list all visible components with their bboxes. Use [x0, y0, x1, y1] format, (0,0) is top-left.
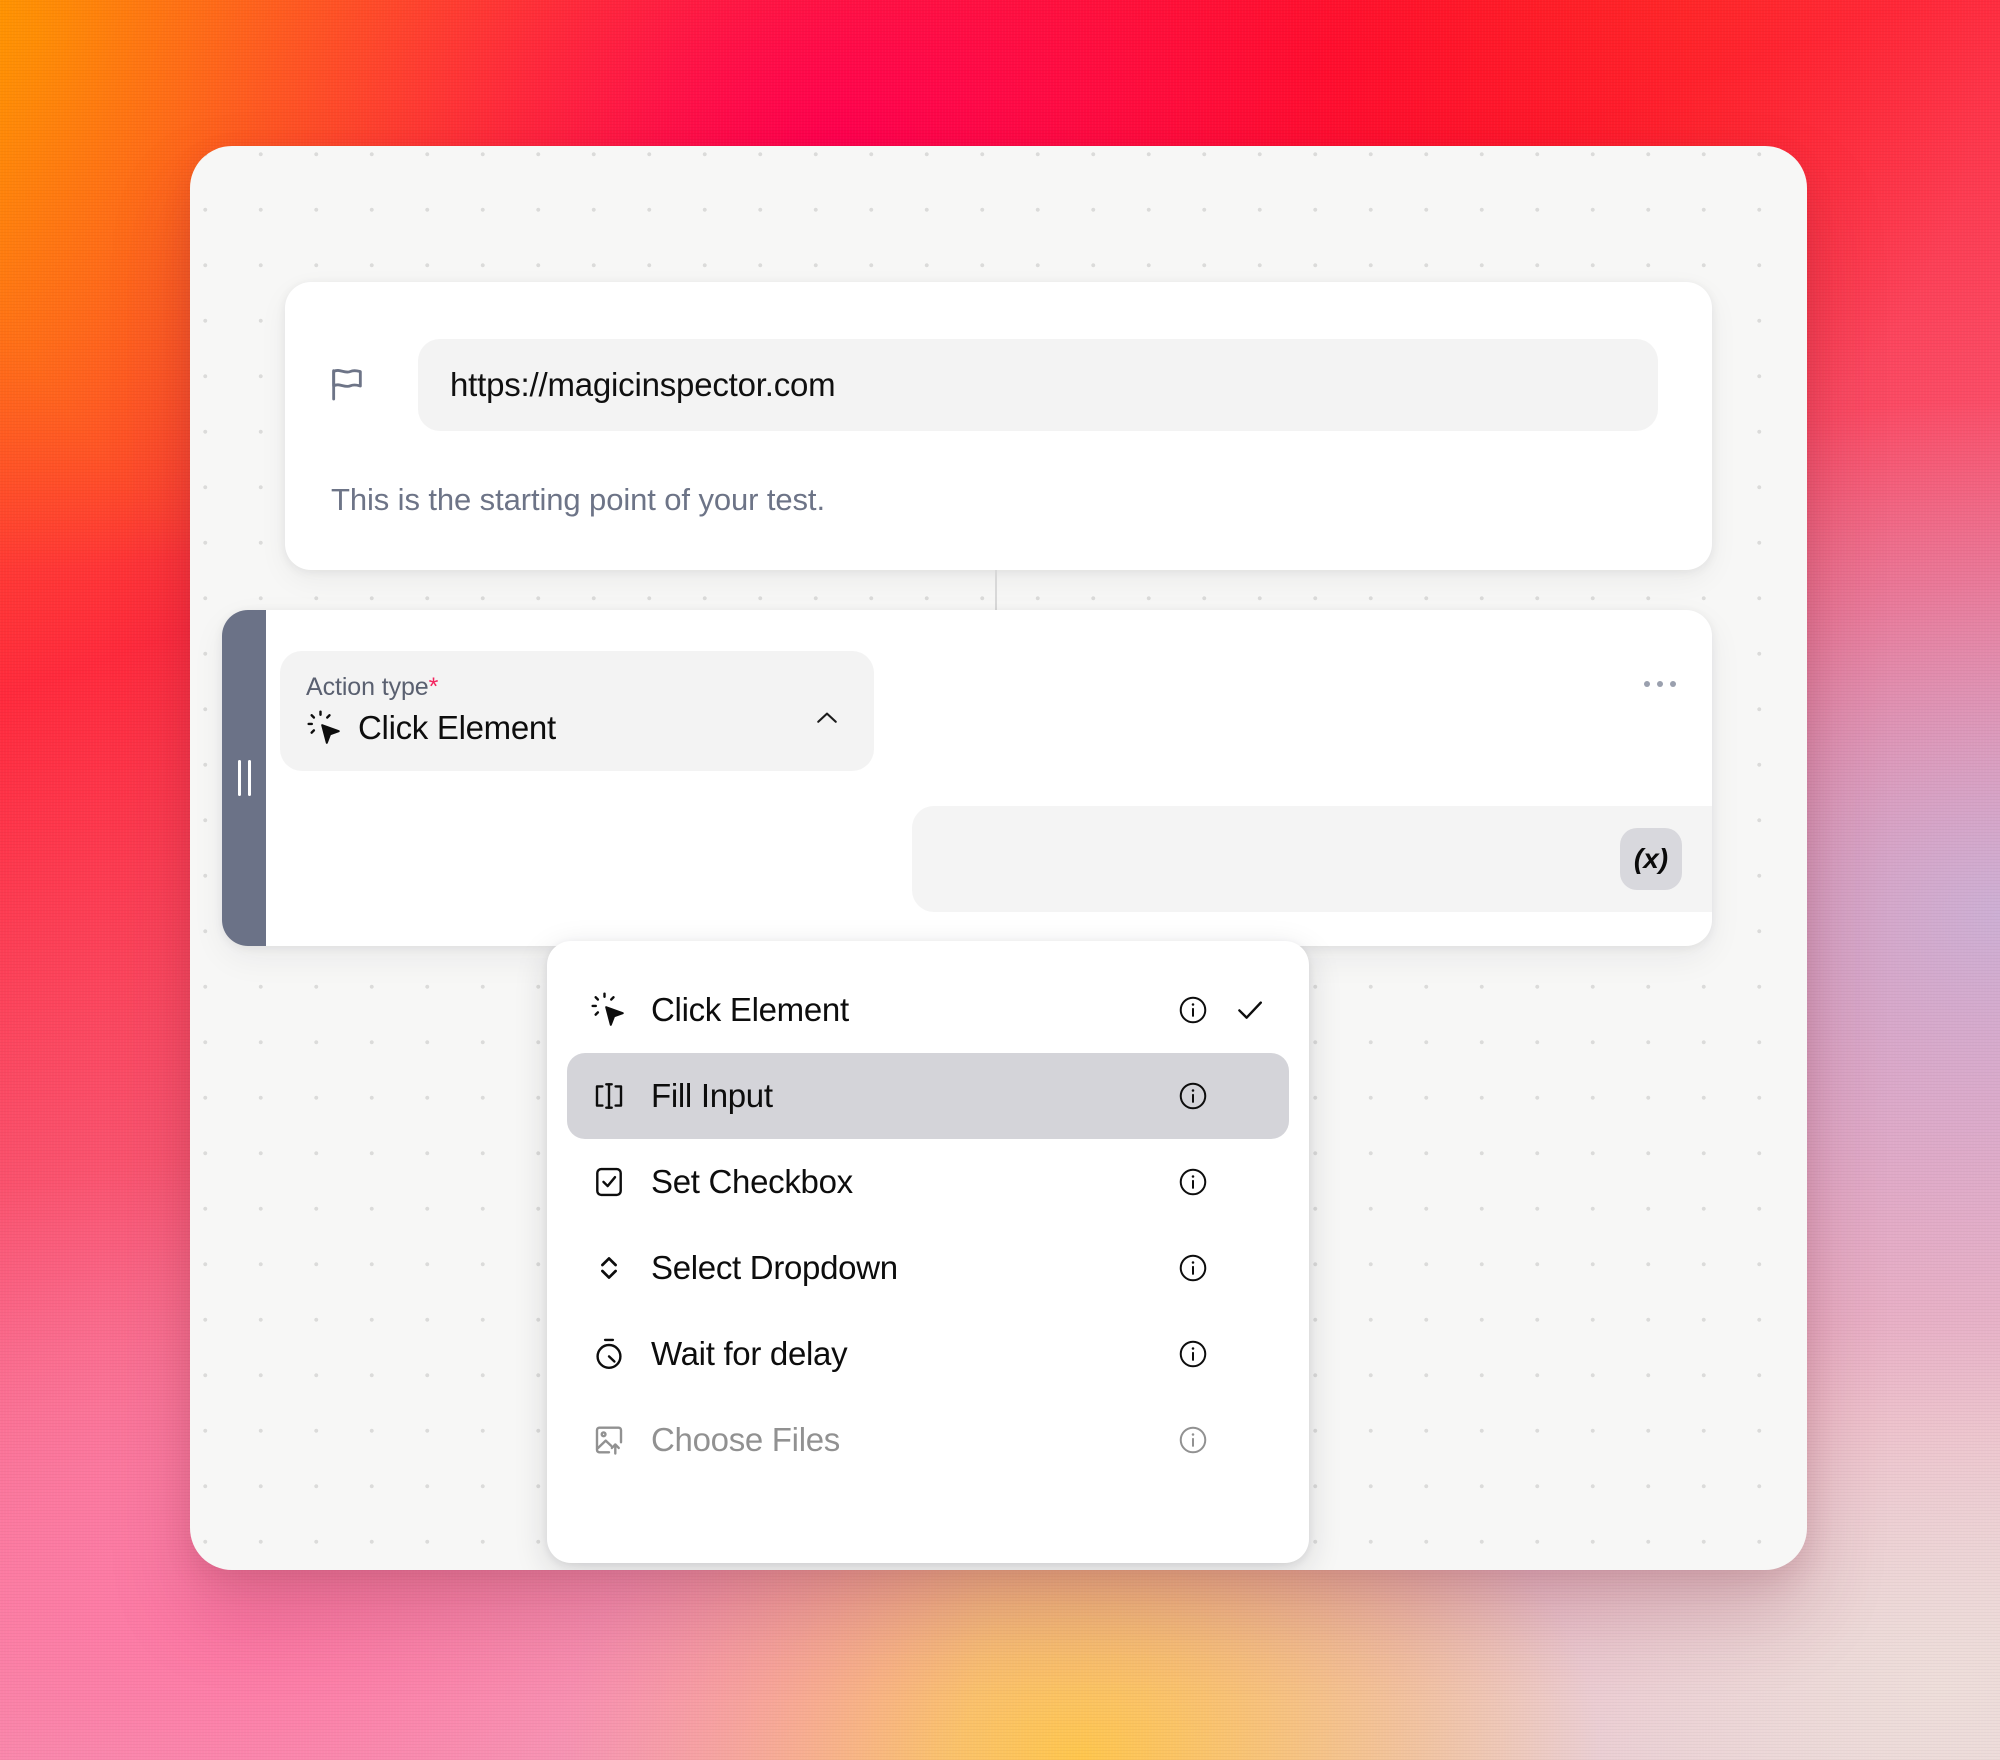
- dropdown-item-wait-for-delay[interactable]: Wait for delay: [567, 1311, 1289, 1397]
- app-window: https://magicinspector.com This is the s…: [190, 146, 1807, 1570]
- stopwatch-icon: [589, 1334, 629, 1374]
- more-horizontal-icon[interactable]: [1638, 672, 1682, 696]
- dropdown-item-choose-files: Choose Files: [567, 1397, 1289, 1483]
- action-type-value: Click Element: [358, 709, 556, 746]
- start-hint-text: This is the starting point of your test.: [331, 482, 825, 517]
- start-url-value: https://magicinspector.com: [450, 366, 836, 403]
- drag-handle-icon[interactable]: [222, 610, 266, 946]
- dropdown-item-label: Wait for delay: [651, 1335, 848, 1372]
- dropdown-item-label: Select Dropdown: [651, 1249, 898, 1286]
- dropdown-item-label: Click Element: [651, 991, 849, 1028]
- action-type-select[interactable]: Action type* Click Element: [280, 651, 874, 771]
- click-element-icon: [306, 708, 344, 748]
- choose-files-icon: [589, 1420, 629, 1460]
- info-circle-icon[interactable]: [1177, 1080, 1209, 1112]
- dropdown-item-select-dropdown[interactable]: Select Dropdown: [567, 1225, 1289, 1311]
- select-dropdown-icon: [589, 1248, 629, 1288]
- dropdown-item-label: Fill Input: [651, 1077, 773, 1114]
- action-step-card: Action type* Click Element (x): [222, 610, 1712, 946]
- info-circle-icon: [1177, 1424, 1209, 1456]
- step-connector-line: [995, 570, 997, 610]
- drag-bar-left: [237, 760, 241, 796]
- dropdown-item-label: Set Checkbox: [651, 1163, 853, 1200]
- more-dot-3: [1670, 681, 1676, 687]
- click-element-icon: [589, 990, 629, 1030]
- action-type-label-text: Action type: [306, 673, 429, 701]
- action-type-label: Action type*: [306, 673, 848, 702]
- action-value-input[interactable]: (x): [912, 806, 1712, 912]
- start-url-input[interactable]: https://magicinspector.com: [418, 339, 1658, 431]
- more-dot-1: [1644, 681, 1650, 687]
- set-checkbox-icon: [589, 1162, 629, 1202]
- start-step-card[interactable]: https://magicinspector.com This is the s…: [285, 282, 1712, 570]
- dropdown-item-label: Choose Files: [651, 1421, 840, 1458]
- dropdown-item-set-checkbox[interactable]: Set Checkbox: [567, 1139, 1289, 1225]
- fill-input-icon: [589, 1076, 629, 1116]
- info-circle-icon[interactable]: [1177, 1252, 1209, 1284]
- variable-fx-icon[interactable]: (x): [1620, 828, 1682, 890]
- check-icon: [1233, 993, 1267, 1027]
- action-type-value-row: Click Element: [306, 708, 848, 748]
- info-circle-icon[interactable]: [1177, 994, 1209, 1026]
- more-dot-2: [1657, 681, 1663, 687]
- drag-bar-right: [247, 760, 251, 796]
- required-asterisk: *: [428, 673, 439, 701]
- dropdown-item-fill-input[interactable]: Fill Input: [567, 1053, 1289, 1139]
- flag-icon: [325, 362, 369, 406]
- action-type-dropdown-menu[interactable]: Click Element Fill Input Set Checkbox Se…: [547, 941, 1309, 1563]
- dropdown-item-click-element[interactable]: Click Element: [567, 967, 1289, 1053]
- info-circle-icon[interactable]: [1177, 1338, 1209, 1370]
- chevron-up-icon[interactable]: [812, 703, 842, 733]
- info-circle-icon[interactable]: [1177, 1166, 1209, 1198]
